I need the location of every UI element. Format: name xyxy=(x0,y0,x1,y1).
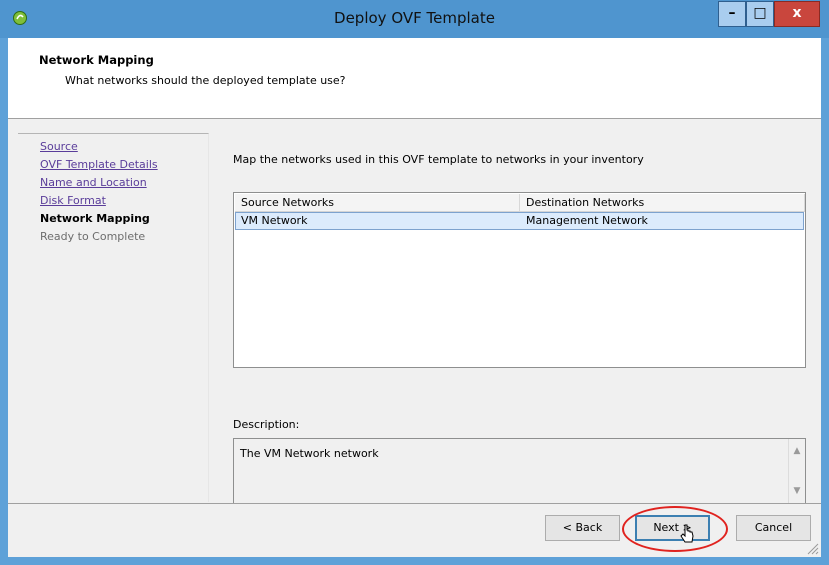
instruction-text: Map the networks used in this OVF templa… xyxy=(233,153,644,166)
dialog-client-area: Network Mapping What networks should the… xyxy=(8,38,821,557)
step-ovf-template-details[interactable]: OVF Template Details xyxy=(40,158,158,171)
step-source[interactable]: Source xyxy=(40,140,78,153)
description-scrollbar[interactable]: ▲ ▼ xyxy=(788,439,805,503)
resize-grip-icon[interactable] xyxy=(807,543,819,555)
column-header-source-networks[interactable]: Source Networks xyxy=(235,194,520,212)
network-mapping-table[interactable]: Source Networks Destination Networks VM … xyxy=(233,192,806,368)
wizard-steps-panel: Source OVF Template Details Name and Loc… xyxy=(18,133,209,502)
description-text: The VM Network network xyxy=(240,447,379,460)
maximize-icon: □ xyxy=(753,5,767,21)
next-button[interactable]: Next > xyxy=(635,515,710,541)
step-name-and-location[interactable]: Name and Location xyxy=(40,176,147,189)
close-icon: x xyxy=(792,5,802,21)
minimize-button[interactable]: – xyxy=(718,1,746,27)
source-network-cell[interactable]: VM Network xyxy=(241,213,307,229)
scroll-up-icon[interactable]: ▲ xyxy=(789,443,805,459)
description-box[interactable]: The VM Network network ▲ ▼ xyxy=(233,438,806,504)
step-disk-format[interactable]: Disk Format xyxy=(40,194,106,207)
mouse-cursor-icon xyxy=(680,524,694,543)
wizard-footer: < Back Next > Cancel xyxy=(8,504,821,557)
destination-network-cell[interactable]: Management Network xyxy=(526,213,648,229)
close-button[interactable]: x xyxy=(774,1,820,27)
scroll-down-icon[interactable]: ▼ xyxy=(789,483,805,499)
wizard-header: Network Mapping What networks should the… xyxy=(8,38,821,118)
step-ready-to-complete: Ready to Complete xyxy=(40,230,146,243)
wizard-body: Source OVF Template Details Name and Loc… xyxy=(8,119,821,504)
minimize-icon: – xyxy=(728,5,736,21)
window-title: Deploy OVF Template xyxy=(334,9,495,27)
column-header-destination-networks[interactable]: Destination Networks xyxy=(520,194,805,212)
description-label: Description: xyxy=(233,418,300,431)
deploy-ovf-window: Deploy OVF Template – □ x Network Mappin… xyxy=(0,0,829,565)
back-button[interactable]: < Back xyxy=(545,515,620,541)
step-network-mapping: Network Mapping xyxy=(40,212,150,225)
title-bar[interactable]: Deploy OVF Template – □ x xyxy=(0,0,829,38)
page-title: Network Mapping xyxy=(39,53,154,67)
page-subtitle: What networks should the deployed templa… xyxy=(65,74,346,87)
maximize-button[interactable]: □ xyxy=(746,1,774,27)
table-row[interactable]: VM Network Management Network xyxy=(235,212,804,230)
cancel-button[interactable]: Cancel xyxy=(736,515,811,541)
